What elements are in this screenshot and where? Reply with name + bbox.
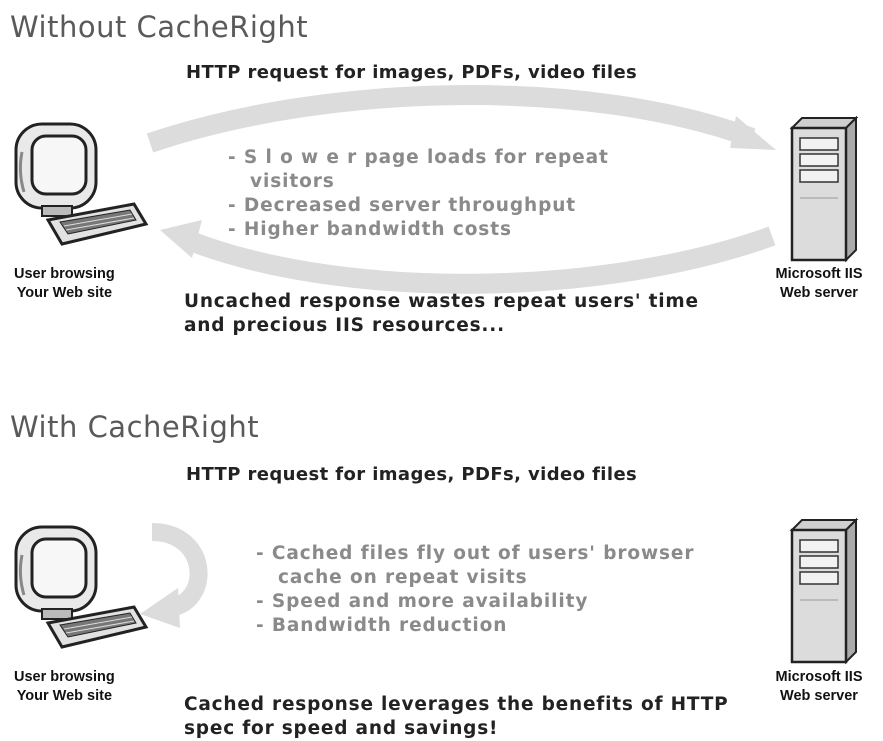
computer-icon (14, 525, 149, 649)
response-text-with: Cached response leverages the benefits o… (184, 694, 729, 739)
bullet-item: - Cached files fly out of users' browser… (256, 543, 695, 588)
bullet-item: - Bandwidth reduction (256, 615, 508, 636)
server-label-line: Microsoft IIS (775, 669, 863, 685)
server-label-with: Microsoft IIS Web server (760, 668, 878, 706)
client-label-line: Your Web site (16, 688, 113, 704)
client-label-with: User browsing Your Web site (14, 668, 115, 706)
client-label-line: User browsing (14, 669, 115, 685)
server-icon (789, 517, 859, 665)
bullet-list-with: - Cached files fly out of users' browser… (256, 542, 716, 638)
server-label-line: Web server (780, 688, 858, 704)
bullet-item: - Speed and more availability (256, 591, 589, 612)
